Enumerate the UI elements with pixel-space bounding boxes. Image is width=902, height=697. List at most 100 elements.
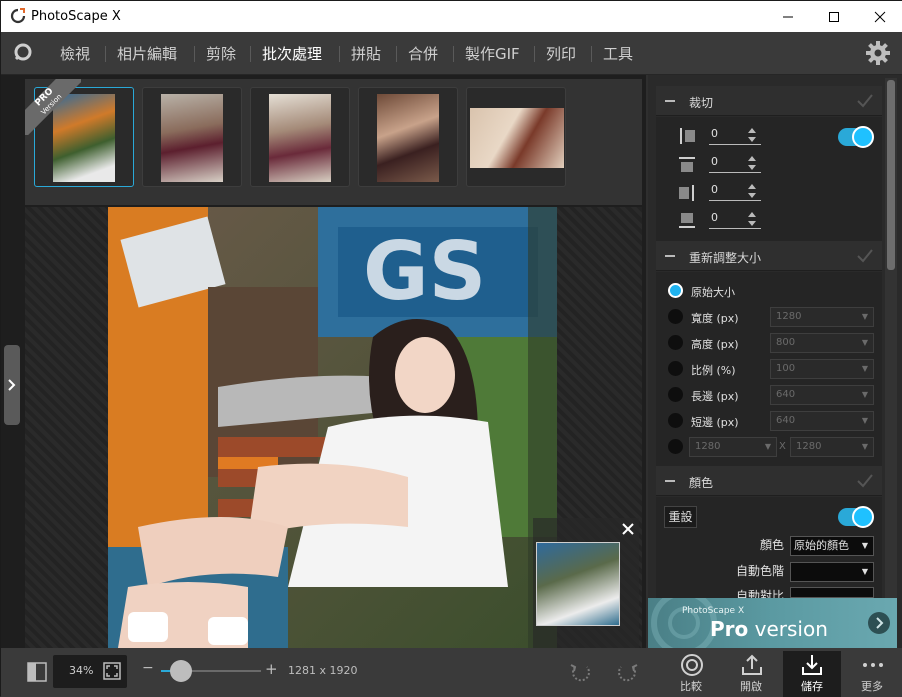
image-size-label: 1281 x 1920: [288, 664, 358, 677]
menu-item-print[interactable]: 列印: [546, 43, 576, 64]
menu-item-batch[interactable]: 批次處理: [262, 43, 322, 64]
resize-option-original[interactable]: 原始大小: [668, 281, 878, 301]
dropdown-arrow-icon: ▼: [861, 338, 868, 347]
stepper-icon[interactable]: [747, 155, 757, 171]
open-label: 開啟: [740, 680, 762, 693]
settings-gear-icon[interactable]: [866, 41, 890, 65]
custom-width-select[interactable]: 1280 ▼: [689, 437, 777, 457]
resize-section-header[interactable]: 重新調整大小: [656, 241, 882, 271]
scrollbar-thumb[interactable]: [887, 80, 895, 270]
auto-contrast-label: 自動對比: [736, 589, 785, 598]
height-select[interactable]: 800 ▼: [770, 333, 874, 353]
menu-item-view[interactable]: 檢視: [60, 43, 90, 64]
thumbnail-4[interactable]: [358, 87, 458, 187]
width-select[interactable]: 1280 ▼: [770, 307, 874, 327]
select-value: 1280: [695, 441, 721, 452]
color-select[interactable]: 原始的顏色 ▼: [790, 536, 874, 556]
compare-button[interactable]: 比較: [662, 651, 720, 697]
thumbnail-image: [377, 94, 439, 182]
close-icon: [874, 11, 886, 22]
menu-item-collage[interactable]: 拼貼: [351, 43, 381, 64]
pro-version-badge: PRO Version: [25, 79, 81, 135]
color-section-header[interactable]: 顏色: [656, 466, 882, 496]
save-button[interactable]: 儲存: [783, 651, 841, 697]
crop-section-header[interactable]: 裁切: [656, 86, 882, 116]
navigator-close-icon[interactable]: [621, 522, 635, 536]
zoom-out-button[interactable]: −: [142, 660, 154, 676]
radio-button[interactable]: [668, 413, 683, 428]
stepper-icon[interactable]: [747, 183, 757, 199]
search-icon[interactable]: [12, 41, 34, 63]
download-icon: [802, 655, 822, 675]
window-title: PhotoScape X: [31, 9, 121, 24]
check-icon: [857, 249, 873, 263]
banner-title: Pro version: [710, 617, 828, 641]
radio-button[interactable]: [668, 309, 683, 324]
check-icon: [857, 474, 873, 488]
more-dots-icon: [863, 663, 883, 667]
select-value: 640: [776, 389, 796, 400]
crop-section-title: 裁切: [689, 96, 714, 110]
panel-scrollbar[interactable]: [885, 78, 897, 598]
zoom-slider-knob[interactable]: [170, 660, 192, 682]
stepper-icon[interactable]: [747, 211, 757, 227]
collapse-icon: [665, 480, 675, 482]
open-button[interactable]: 開啟: [722, 651, 780, 697]
maximize-icon: [829, 11, 839, 22]
stepper-icon[interactable]: [747, 127, 757, 143]
navigator-minimap[interactable]: [533, 518, 639, 648]
thumbnail-5[interactable]: [466, 87, 566, 187]
crop-top-icon: [679, 157, 695, 172]
expand-panel-button[interactable]: [4, 345, 20, 425]
dropdown-arrow-icon: ▼: [861, 390, 868, 399]
select-value: 100: [776, 363, 796, 374]
crop-toggle[interactable]: [838, 126, 874, 148]
color-toggle[interactable]: [838, 506, 874, 528]
zoom-in-button[interactable]: +: [265, 660, 278, 678]
more-button[interactable]: 更多: [843, 651, 901, 697]
menu-item-photo-editor[interactable]: 相片編輯: [117, 43, 177, 64]
fit-to-screen-icon[interactable]: [102, 661, 122, 681]
banner-go-button[interactable]: [868, 612, 890, 634]
collapse-icon: [665, 100, 675, 102]
thumbnail-image: [269, 94, 331, 182]
thumbnail-image: [161, 94, 223, 182]
menu-divider: [250, 46, 251, 62]
preview-photo[interactable]: GS: [108, 207, 557, 648]
title-bar: PhotoScape X: [1, 1, 902, 32]
radio-button[interactable]: [668, 439, 683, 454]
close-window-button[interactable]: [857, 1, 902, 32]
thumbnail-2[interactable]: [142, 87, 242, 187]
auto-levels-label: 自動色階: [736, 564, 785, 578]
rotate-left-icon[interactable]: [569, 661, 593, 685]
dropdown-arrow-icon: ▼: [861, 364, 868, 373]
custom-height-select[interactable]: 1280 ▼: [790, 437, 874, 457]
navigator-viewport[interactable]: [536, 542, 620, 626]
menu-item-tools[interactable]: 工具: [603, 43, 633, 64]
menu-divider: [105, 46, 106, 62]
radio-button[interactable]: [668, 361, 683, 376]
thumbnail-3[interactable]: [250, 87, 350, 187]
toggle-knob: [852, 506, 874, 528]
toggle-knob: [852, 126, 874, 148]
pro-version-banner[interactable]: PhotoScape X Pro version: [648, 598, 897, 648]
zoom-level[interactable]: 34%: [69, 664, 93, 677]
toggle-panel-icon[interactable]: [27, 662, 47, 682]
percent-select[interactable]: 100 ▼: [770, 359, 874, 379]
menu-item-create-gif[interactable]: 製作GIF: [465, 43, 520, 64]
menu-item-combine[interactable]: 合併: [408, 43, 438, 64]
radio-button[interactable]: [668, 387, 683, 402]
short-side-select[interactable]: 640 ▼: [770, 411, 874, 431]
maximize-button[interactable]: [811, 1, 857, 32]
color-reset-button[interactable]: 重設: [664, 506, 697, 528]
radio-button[interactable]: [668, 283, 683, 298]
minimize-button[interactable]: [765, 1, 811, 32]
auto-contrast-select[interactable]: [790, 587, 874, 598]
rotate-right-icon[interactable]: [615, 661, 639, 685]
long-side-select[interactable]: 640 ▼: [770, 385, 874, 405]
dropdown-arrow-icon: ▼: [861, 541, 868, 550]
select-value: 800: [776, 337, 796, 348]
menu-item-cut-out[interactable]: 剪除: [206, 43, 236, 64]
auto-levels-select[interactable]: ▼: [790, 562, 874, 582]
radio-button[interactable]: [668, 335, 683, 350]
